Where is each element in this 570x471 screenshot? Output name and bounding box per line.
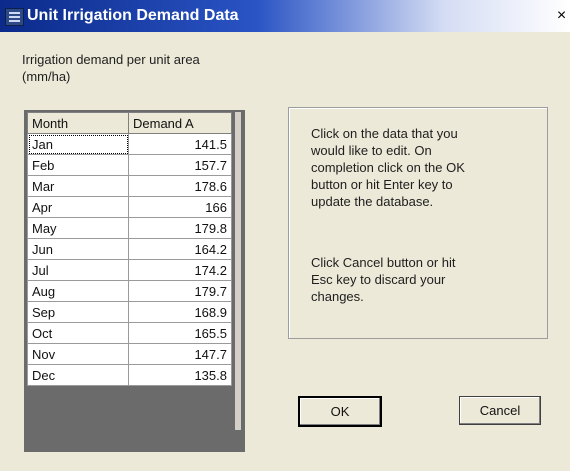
close-icon[interactable]: ×	[553, 6, 570, 26]
instruction-line: Esc key to discard your	[311, 272, 446, 287]
app-icon	[5, 8, 24, 26]
table-row: Jan 141.5	[27, 133, 232, 155]
demand-cell[interactable]: 157.7	[128, 154, 232, 176]
demand-cell[interactable]: 147.7	[128, 343, 232, 365]
demand-table: Month Demand A Jan 141.5 Feb 157.7 Mar 178.…	[27, 112, 232, 386]
demand-cell[interactable]: 135.8	[128, 364, 232, 386]
month-cell[interactable]: Jun	[27, 238, 129, 260]
table-row: May 179.8	[27, 217, 232, 239]
demand-cell[interactable]: 165.5	[128, 322, 232, 344]
cancel-button[interactable]: Cancel	[459, 396, 541, 425]
table-row: Mar 178.6	[27, 175, 232, 197]
month-cell[interactable]: Mar	[27, 175, 129, 197]
description-unit: (mm/ha)	[22, 69, 71, 84]
month-cell[interactable]: Jan	[27, 133, 129, 155]
demand-cell[interactable]: 166	[128, 196, 232, 218]
table-row: Dec 135.8	[27, 364, 232, 386]
title-bar[interactable]: Unit Irrigation Demand Data ×	[0, 0, 570, 32]
demand-cell[interactable]: 179.8	[128, 217, 232, 239]
dialog-window: Unit Irrigation Demand Data × Irrigation…	[0, 0, 570, 471]
instruction-line: completion click on the OK	[311, 160, 465, 175]
table-row: Oct 165.5	[27, 322, 232, 344]
month-cell[interactable]: Nov	[27, 343, 129, 365]
table-row: Sep 168.9	[27, 301, 232, 323]
demand-cell[interactable]: 179.7	[128, 280, 232, 302]
month-cell[interactable]: Feb	[27, 154, 129, 176]
month-cell[interactable]: Oct	[27, 322, 129, 344]
instruction-line: changes.	[311, 289, 364, 304]
demand-cell[interactable]: 168.9	[128, 301, 232, 323]
demand-cell[interactable]: 141.5	[128, 133, 232, 155]
instruction-line: update the database.	[311, 194, 434, 209]
ok-button[interactable]: OK	[298, 396, 382, 427]
data-grid: Month Demand A Jan 141.5 Feb 157.7 Mar 178.…	[24, 110, 245, 452]
instruction-line: button or hit Enter key to	[311, 177, 453, 192]
table-row: Nov 147.7	[27, 343, 232, 365]
month-cell[interactable]: Dec	[27, 364, 129, 386]
instruction-line: Click Cancel button or hit	[311, 255, 456, 270]
month-cell[interactable]: May	[27, 217, 129, 239]
table-row: Feb 157.7	[27, 154, 232, 176]
demand-cell[interactable]: 164.2	[128, 238, 232, 260]
demand-cell[interactable]: 174.2	[128, 259, 232, 281]
table-row: Jun 164.2	[27, 238, 232, 260]
description-line: Irrigation demand per unit area	[22, 52, 200, 67]
instructions-cancel: Click Cancel button or hit Esc key to di…	[311, 254, 456, 305]
instructions-panel: Click on the data that you would like to…	[288, 107, 548, 339]
window-title: Unit Irrigation Demand Data	[27, 7, 239, 24]
table-row: Apr 166	[27, 196, 232, 218]
table-row: Aug 179.7	[27, 280, 232, 302]
instructions-edit: Click on the data that you would like to…	[311, 125, 465, 210]
grid-gutter	[235, 112, 241, 430]
demand-cell[interactable]: 178.6	[128, 175, 232, 197]
month-cell[interactable]: Apr	[27, 196, 129, 218]
instruction-line: Click on the data that you	[311, 126, 458, 141]
month-cell[interactable]: Aug	[27, 280, 129, 302]
instruction-line: would like to edit. On	[311, 143, 432, 158]
table-row: Jul 174.2	[27, 259, 232, 281]
month-cell[interactable]: Sep	[27, 301, 129, 323]
month-cell[interactable]: Jul	[27, 259, 129, 281]
description: Irrigation demand per unit area (mm/ha)	[22, 51, 200, 85]
column-header-month[interactable]: Month	[27, 112, 129, 134]
column-header-demand[interactable]: Demand A	[128, 112, 232, 134]
